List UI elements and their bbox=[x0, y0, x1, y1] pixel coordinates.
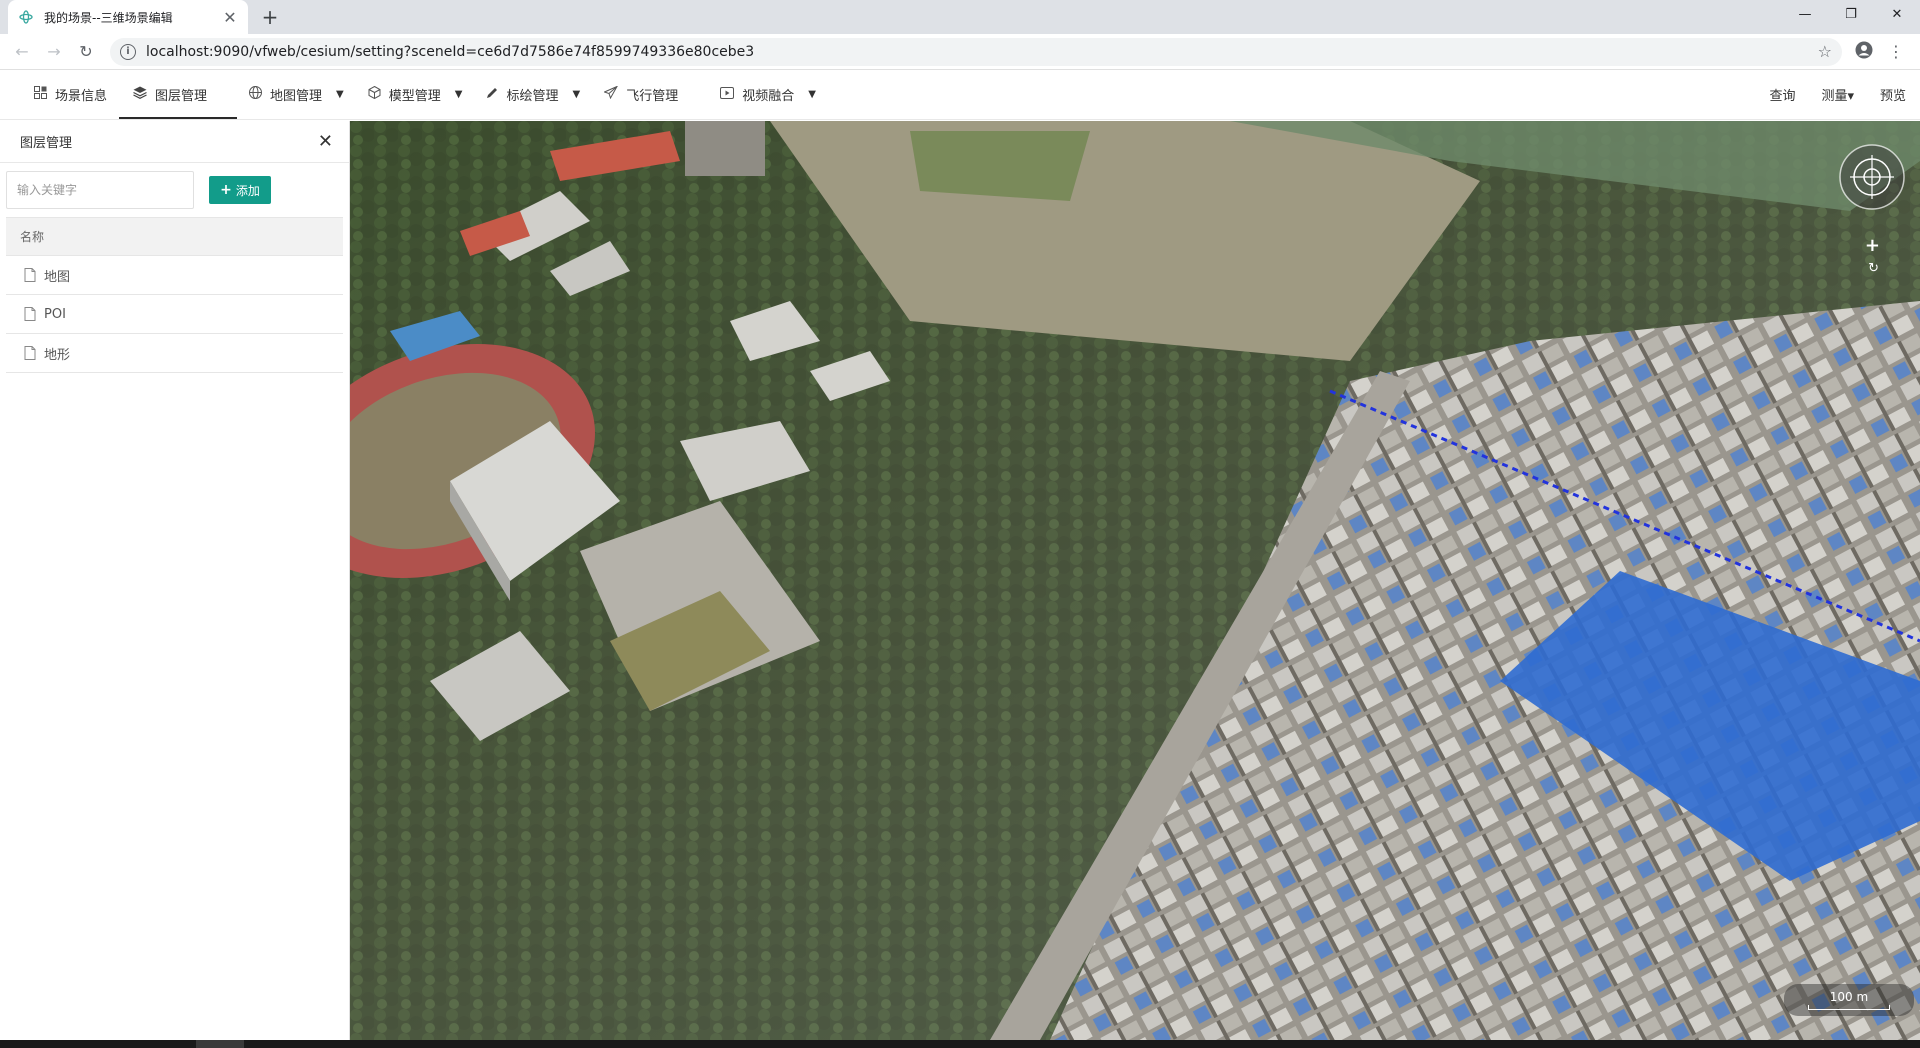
url-text[interactable]: localhost:9090/vfweb/cesium/setting?scen… bbox=[146, 44, 1818, 60]
chevron-down-icon[interactable]: ▼ bbox=[572, 89, 580, 100]
row-label: 地图 bbox=[44, 269, 71, 285]
menu-flight-manage-label: 飞行管理 bbox=[626, 89, 679, 104]
scale-ruler bbox=[1808, 1005, 1890, 1010]
grid-icon bbox=[34, 86, 47, 103]
window-controls: — ❐ ✕ bbox=[1782, 0, 1920, 28]
table-header: 名称 bbox=[6, 218, 343, 256]
compass-icon[interactable] bbox=[1838, 143, 1906, 211]
minimize-icon[interactable]: — bbox=[1782, 0, 1828, 28]
menu-map-manage[interactable]: 地图管理 ▼ bbox=[237, 70, 356, 119]
tab-close-icon[interactable]: ✕ bbox=[222, 8, 238, 27]
browser-actions: ⋮ bbox=[1848, 41, 1912, 63]
panel-title: 图层管理 bbox=[20, 136, 73, 151]
aerial-scene bbox=[350, 121, 1920, 1040]
new-tab-button[interactable]: + bbox=[258, 6, 282, 30]
add-layer-label: 添加 bbox=[235, 183, 260, 198]
reset-view-icon[interactable]: ↻ bbox=[1868, 261, 1879, 276]
keyword-search-input[interactable] bbox=[6, 171, 194, 209]
panel-header: 图层管理 ✕ bbox=[0, 121, 349, 163]
menu-plot-manage[interactable]: 标绘管理 ▼ bbox=[474, 70, 592, 119]
right-menu: 查询 测量▾ 预览 bbox=[1743, 70, 1906, 119]
preview-button[interactable]: 预览 bbox=[1880, 85, 1906, 104]
os-taskbar bbox=[0, 1040, 1920, 1048]
browser-tabbar: 我的场景--三维场景编辑 ✕ + — ❐ ✕ bbox=[0, 0, 1920, 34]
measure-dropdown[interactable]: 测量▾ bbox=[1821, 85, 1854, 104]
table-row[interactable]: 地形 bbox=[6, 334, 343, 373]
forward-arrow-icon[interactable]: → bbox=[40, 38, 68, 66]
map-viewport[interactable]: + ↻ 100 m bbox=[350, 121, 1920, 1040]
file-icon bbox=[24, 307, 36, 321]
plane-icon bbox=[603, 85, 619, 103]
browser-tab[interactable]: 我的场景--三维场景编辑 ✕ bbox=[8, 0, 248, 34]
chevron-down-icon[interactable]: ▼ bbox=[808, 89, 816, 100]
scale-bar: 100 m bbox=[1784, 984, 1914, 1016]
main-area: 图层管理 ✕ + 添加 名称 地图 POI 地形 bbox=[0, 121, 1920, 1040]
layer-panel: 图层管理 ✕ + 添加 名称 地图 POI 地形 bbox=[0, 121, 350, 1040]
back-arrow-icon[interactable]: ← bbox=[8, 38, 36, 66]
window-close-icon[interactable]: ✕ bbox=[1874, 0, 1920, 28]
menu-model-manage-label: 模型管理 bbox=[388, 89, 441, 104]
video-icon bbox=[720, 86, 735, 103]
column-name-header: 名称 bbox=[20, 230, 45, 244]
table-row[interactable]: 地图 bbox=[6, 256, 343, 295]
file-icon bbox=[24, 268, 36, 282]
url-omnibox[interactable]: i localhost:9090/vfweb/cesium/setting?sc… bbox=[110, 37, 1842, 66]
panel-search-row: + 添加 bbox=[0, 163, 349, 217]
site-info-icon[interactable]: i bbox=[120, 43, 136, 60]
restore-icon[interactable]: ❐ bbox=[1828, 0, 1874, 28]
add-layer-button[interactable]: + 添加 bbox=[209, 176, 271, 204]
file-icon bbox=[24, 346, 36, 360]
main-menu: 场景信息 图层管理 地图管理 ▼ 模型管理 ▼ 标绘管理 ▼ 飞行管理 视频融合… bbox=[0, 70, 828, 119]
menu-video-fusion-label: 视频融合 bbox=[742, 89, 795, 104]
address-bar: ← → ↻ i localhost:9090/vfweb/cesium/sett… bbox=[0, 34, 1920, 70]
menu-video-fusion[interactable]: 视频融合 ▼ bbox=[690, 70, 828, 119]
chevron-down-icon[interactable]: ▼ bbox=[455, 89, 463, 100]
menu-layer-manage[interactable]: 图层管理 bbox=[119, 70, 238, 119]
globe-icon bbox=[249, 86, 263, 103]
menu-layer-manage-label: 图层管理 bbox=[155, 89, 208, 104]
taskbar-button[interactable] bbox=[196, 1040, 244, 1048]
menu-flight-manage[interactable]: 飞行管理 bbox=[592, 70, 690, 119]
layers-icon bbox=[133, 86, 147, 103]
plus-icon: + bbox=[220, 182, 232, 198]
scale-label: 100 m bbox=[1829, 990, 1869, 1004]
chevron-down-icon[interactable]: ▼ bbox=[336, 89, 344, 100]
bookmark-star-icon[interactable]: ☆ bbox=[1818, 42, 1832, 61]
reload-icon[interactable]: ↻ bbox=[72, 38, 100, 66]
menu-model-manage[interactable]: 模型管理 ▼ bbox=[356, 70, 475, 119]
browser-menu-icon[interactable]: ⋮ bbox=[1880, 42, 1912, 61]
panel-close-icon[interactable]: ✕ bbox=[318, 131, 333, 152]
menu-scene-info-label: 场景信息 bbox=[55, 89, 108, 104]
layer-table: 名称 地图 POI 地形 bbox=[6, 217, 343, 373]
tab-title: 我的场景--三维场景编辑 bbox=[44, 10, 173, 25]
zoom-in-button[interactable]: + bbox=[1865, 235, 1880, 256]
menu-plot-manage-label: 标绘管理 bbox=[506, 89, 559, 104]
table-row[interactable]: POI bbox=[6, 295, 343, 334]
cube-icon bbox=[368, 85, 381, 103]
menu-scene-info[interactable]: 场景信息 bbox=[22, 70, 119, 119]
row-label: 地形 bbox=[44, 347, 71, 363]
profile-icon[interactable] bbox=[1848, 41, 1880, 63]
menu-map-manage-label: 地图管理 bbox=[270, 89, 323, 104]
app-toolbar: 场景信息 图层管理 地图管理 ▼ 模型管理 ▼ 标绘管理 ▼ 飞行管理 视频融合… bbox=[0, 70, 1920, 120]
query-button[interactable]: 查询 bbox=[1769, 85, 1795, 104]
row-label: POI bbox=[44, 306, 66, 322]
site-favicon-icon bbox=[18, 9, 34, 25]
pen-icon bbox=[486, 87, 498, 103]
